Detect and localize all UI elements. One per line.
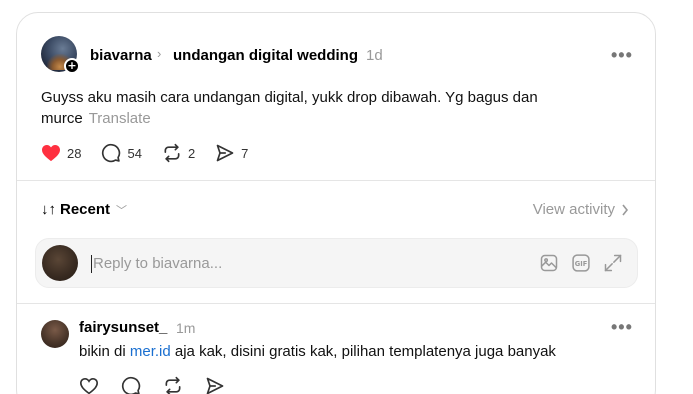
repost-button[interactable]: 2 [162,143,195,163]
reply-composer[interactable]: Reply to biavarna... GIF [35,238,638,288]
divider [17,303,655,304]
follow-plus-icon[interactable]: + [64,58,80,74]
translate-link[interactable]: Translate [89,110,151,127]
view-activity-link[interactable]: View activity [533,201,629,218]
comment-text-after: aja kak, disini gratis kak, pilihan temp… [170,343,556,360]
post-topic-tag[interactable]: undangan digital wedding [173,47,358,64]
post-actions: 28 54 2 7 [41,143,268,163]
post-timestamp: 1d [366,47,383,64]
comment-timestamp: 1m [176,320,196,336]
current-user-avatar [42,245,78,281]
sort-label: Recent [60,201,111,218]
view-activity-label: View activity [532,201,615,218]
post-text-line-2: murce [41,110,83,127]
svg-text:GIF: GIF [575,260,588,268]
repost-icon [164,143,180,163]
comment-more-options-icon[interactable]: ••• [611,317,633,338]
comment-link[interactable]: mer.id [130,343,171,360]
heart-filled-icon [42,144,60,162]
comment-actions [79,376,225,394]
comment-text-before: bikin di [79,343,130,360]
share-count: 7 [241,145,249,161]
repost-count: 2 [187,145,196,161]
chevron-down-icon: ﹀ [116,204,128,217]
chevron-right-icon [622,204,629,215]
post-text-line-1: Guyss aku masih cara undangan digital, y… [41,89,538,106]
reply-tools: GIF [539,253,623,273]
comment-author-username[interactable]: fairysunset_ [79,319,167,336]
sort-arrows-icon: ↓↑ [41,201,56,218]
comment-author-avatar[interactable] [41,320,69,348]
sort-dropdown[interactable]: ↓↑ Recent ﹀ [41,201,127,218]
image-icon[interactable] [539,253,559,273]
text-cursor [91,255,92,273]
send-icon[interactable] [205,376,225,394]
heart-icon[interactable] [79,377,99,394]
reply-input[interactable]: Reply to biavarna... [93,255,222,272]
comment-count: 54 [127,145,142,161]
like-count: 28 [67,145,82,161]
repost-icon[interactable] [163,376,183,394]
send-icon [216,144,234,162]
like-button[interactable]: 28 [41,144,81,162]
post-body: Guyss aku masih cara undangan digital, y… [41,87,561,129]
post-more-options-icon[interactable]: ••• [611,45,633,66]
post-author-username[interactable]: biavarna [90,47,152,64]
thread-card: + biavarna › undangan digital wedding 1d… [16,12,656,394]
comment-body: bikin di mer.id aja kak, disini gratis k… [79,343,556,360]
comment-icon [102,143,121,163]
share-button[interactable]: 7 [215,143,248,163]
comment-icon[interactable] [121,376,141,394]
divider [17,180,655,181]
expand-icon[interactable] [603,253,623,273]
gif-icon[interactable]: GIF [571,253,591,273]
chevron-right-icon: › [157,46,162,61]
comment-button[interactable]: 54 [101,143,142,163]
